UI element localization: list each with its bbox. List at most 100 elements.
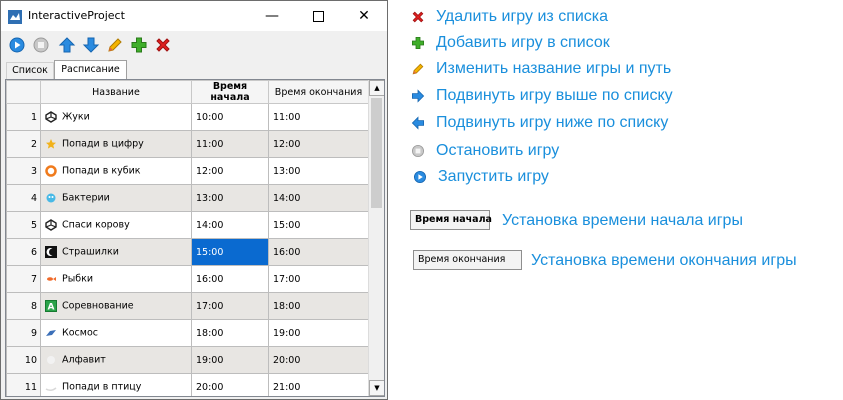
start-time-cell[interactable]: 14:00 bbox=[191, 211, 269, 239]
row-number-cell[interactable]: 6 bbox=[6, 238, 41, 266]
header-row: Название Время начала Время окончания bbox=[6, 80, 369, 104]
start-time-cell[interactable]: 15:00 bbox=[191, 238, 269, 266]
ring-icon bbox=[45, 165, 57, 177]
row-number-cell[interactable]: 4 bbox=[6, 184, 41, 212]
end-time-cell[interactable]: 13:00 bbox=[268, 157, 369, 185]
vertical-scrollbar[interactable]: ▲ ▼ bbox=[368, 80, 384, 396]
end-time-cell[interactable]: 19:00 bbox=[268, 319, 369, 347]
start-time-cell[interactable]: 17:00 bbox=[191, 292, 269, 320]
table-row[interactable]: 6 Страшилки 15:00 16:00 bbox=[6, 238, 369, 266]
game-name-cell[interactable]: Жуки bbox=[40, 103, 192, 131]
unity-icon bbox=[45, 219, 57, 231]
pencil-icon bbox=[410, 61, 426, 77]
table-row[interactable]: 1 Жуки 10:00 11:00 bbox=[6, 103, 369, 131]
table-row[interactable]: 3 Попади в кубик 12:00 13:00 bbox=[6, 157, 369, 185]
legend-edit-text: Изменить название игры и путь bbox=[436, 60, 672, 77]
end-time-cell[interactable]: 11:00 bbox=[268, 103, 369, 131]
table-row[interactable]: 10 Алфавит 19:00 20:00 bbox=[6, 346, 369, 374]
start-time-cell[interactable]: 18:00 bbox=[191, 319, 269, 347]
row-number-cell[interactable]: 7 bbox=[6, 265, 41, 293]
game-name-cell[interactable]: Рыбки bbox=[40, 265, 192, 293]
end-time-cell[interactable]: 12:00 bbox=[268, 130, 369, 158]
table-row[interactable]: 7 Рыбки 16:00 17:00 bbox=[6, 265, 369, 293]
start-game-button[interactable] bbox=[7, 35, 27, 55]
start-time-cell[interactable]: 16:00 bbox=[191, 265, 269, 293]
edit-game-button[interactable] bbox=[105, 35, 125, 55]
game-name-cell[interactable]: Бактерии bbox=[40, 184, 192, 212]
game-name-cell[interactable]: A Соревнование bbox=[40, 292, 192, 320]
play-icon bbox=[9, 37, 25, 53]
start-time-cell[interactable]: 20:00 bbox=[191, 373, 269, 396]
game-name-cell[interactable]: Попади в цифру bbox=[40, 130, 192, 158]
start-time-cell[interactable]: 10:00 bbox=[191, 103, 269, 131]
minimize-button[interactable]: — bbox=[249, 1, 295, 31]
game-name-cell[interactable]: Страшилки bbox=[40, 238, 192, 266]
game-name-cell[interactable]: Спаси корову bbox=[40, 211, 192, 239]
table-row[interactable]: 4 Бактерии 13:00 14:00 bbox=[6, 184, 369, 212]
scroll-up-button[interactable]: ▲ bbox=[369, 80, 384, 96]
start-time-cell[interactable]: 12:00 bbox=[191, 157, 269, 185]
scroll-thumb[interactable] bbox=[371, 98, 382, 208]
end-time-column-header[interactable]: Время окончания bbox=[268, 80, 369, 104]
game-name-text: Спаси корову bbox=[62, 219, 130, 231]
delete-x-icon bbox=[410, 9, 426, 25]
row-number-cell[interactable]: 2 bbox=[6, 130, 41, 158]
row-number-cell[interactable]: 8 bbox=[6, 292, 41, 320]
star-icon bbox=[45, 138, 57, 150]
table-row[interactable]: 11 Попади в птицу 20:00 21:00 bbox=[6, 373, 369, 396]
stop-game-button[interactable] bbox=[31, 35, 51, 55]
delete-game-button[interactable] bbox=[153, 35, 173, 55]
end-time-cell[interactable]: 14:00 bbox=[268, 184, 369, 212]
game-name-cell[interactable]: Попади в птицу bbox=[40, 373, 192, 396]
row-number-cell[interactable]: 9 bbox=[6, 319, 41, 347]
end-time-cell[interactable]: 15:00 bbox=[268, 211, 369, 239]
tab-schedule[interactable]: Расписание bbox=[54, 60, 127, 79]
name-column-header[interactable]: Название bbox=[40, 80, 192, 104]
tab-list[interactable]: Список bbox=[6, 62, 54, 79]
game-name-cell[interactable]: Алфавит bbox=[40, 346, 192, 374]
space-icon bbox=[45, 327, 57, 339]
end-time-cell[interactable]: 16:00 bbox=[268, 238, 369, 266]
blank-icon bbox=[45, 354, 57, 366]
game-name-text: Жуки bbox=[62, 111, 90, 123]
end-time-cell[interactable]: 18:00 bbox=[268, 292, 369, 320]
table-row[interactable]: 9 Космос 18:00 19:00 bbox=[6, 319, 369, 347]
fish-icon bbox=[45, 273, 57, 285]
end-time-cell[interactable]: 21:00 bbox=[268, 373, 369, 396]
title-bar: InteractiveProject — ✕ bbox=[1, 1, 387, 31]
legend-move-up-text: Подвинуть игру выше по списку bbox=[436, 87, 673, 104]
start-time-cell[interactable]: 11:00 bbox=[191, 130, 269, 158]
row-number-cell[interactable]: 3 bbox=[6, 157, 41, 185]
game-name-cell[interactable]: Космос bbox=[40, 319, 192, 347]
schedule-grid: Название Время начала Время окончания 1 Ж… bbox=[5, 79, 385, 397]
close-button[interactable]: ✕ bbox=[341, 1, 387, 31]
row-number-cell[interactable]: 11 bbox=[6, 373, 41, 396]
row-number-cell[interactable]: 5 bbox=[6, 211, 41, 239]
game-name-text: Страшилки bbox=[62, 246, 119, 258]
scroll-down-button[interactable]: ▼ bbox=[369, 380, 384, 396]
table-row[interactable]: 8 A Соревнование 17:00 18:00 bbox=[6, 292, 369, 320]
end-time-cell[interactable]: 17:00 bbox=[268, 265, 369, 293]
move-down-button[interactable] bbox=[81, 35, 101, 55]
end-time-cell[interactable]: 20:00 bbox=[268, 346, 369, 374]
maximize-icon bbox=[312, 10, 324, 22]
arrow-left-icon bbox=[410, 115, 426, 131]
maximize-button[interactable] bbox=[295, 1, 341, 31]
start-time-column-header[interactable]: Время начала bbox=[191, 80, 269, 104]
legend-start-time-text: Установка времени начала игры bbox=[502, 212, 743, 229]
start-time-cell[interactable]: 19:00 bbox=[191, 346, 269, 374]
game-name-text: Попади в цифру bbox=[62, 138, 144, 150]
row-number-cell[interactable]: 10 bbox=[6, 346, 41, 374]
move-up-button[interactable] bbox=[57, 35, 77, 55]
table-row[interactable]: 5 Спаси корову 14:00 15:00 bbox=[6, 211, 369, 239]
arrow-up-icon bbox=[58, 37, 76, 53]
bird-icon bbox=[45, 381, 57, 393]
app-window: InteractiveProject — ✕ Список Расписание bbox=[0, 0, 388, 400]
game-name-cell[interactable]: Попади в кубик bbox=[40, 157, 192, 185]
table-row[interactable]: 2 Попади в цифру 11:00 12:00 bbox=[6, 130, 369, 158]
row-number-cell[interactable]: 1 bbox=[6, 103, 41, 131]
game-name-text: Бактерии bbox=[62, 192, 110, 204]
start-time-cell[interactable]: 13:00 bbox=[191, 184, 269, 212]
add-game-button[interactable] bbox=[129, 35, 149, 55]
toolbar bbox=[1, 31, 387, 59]
